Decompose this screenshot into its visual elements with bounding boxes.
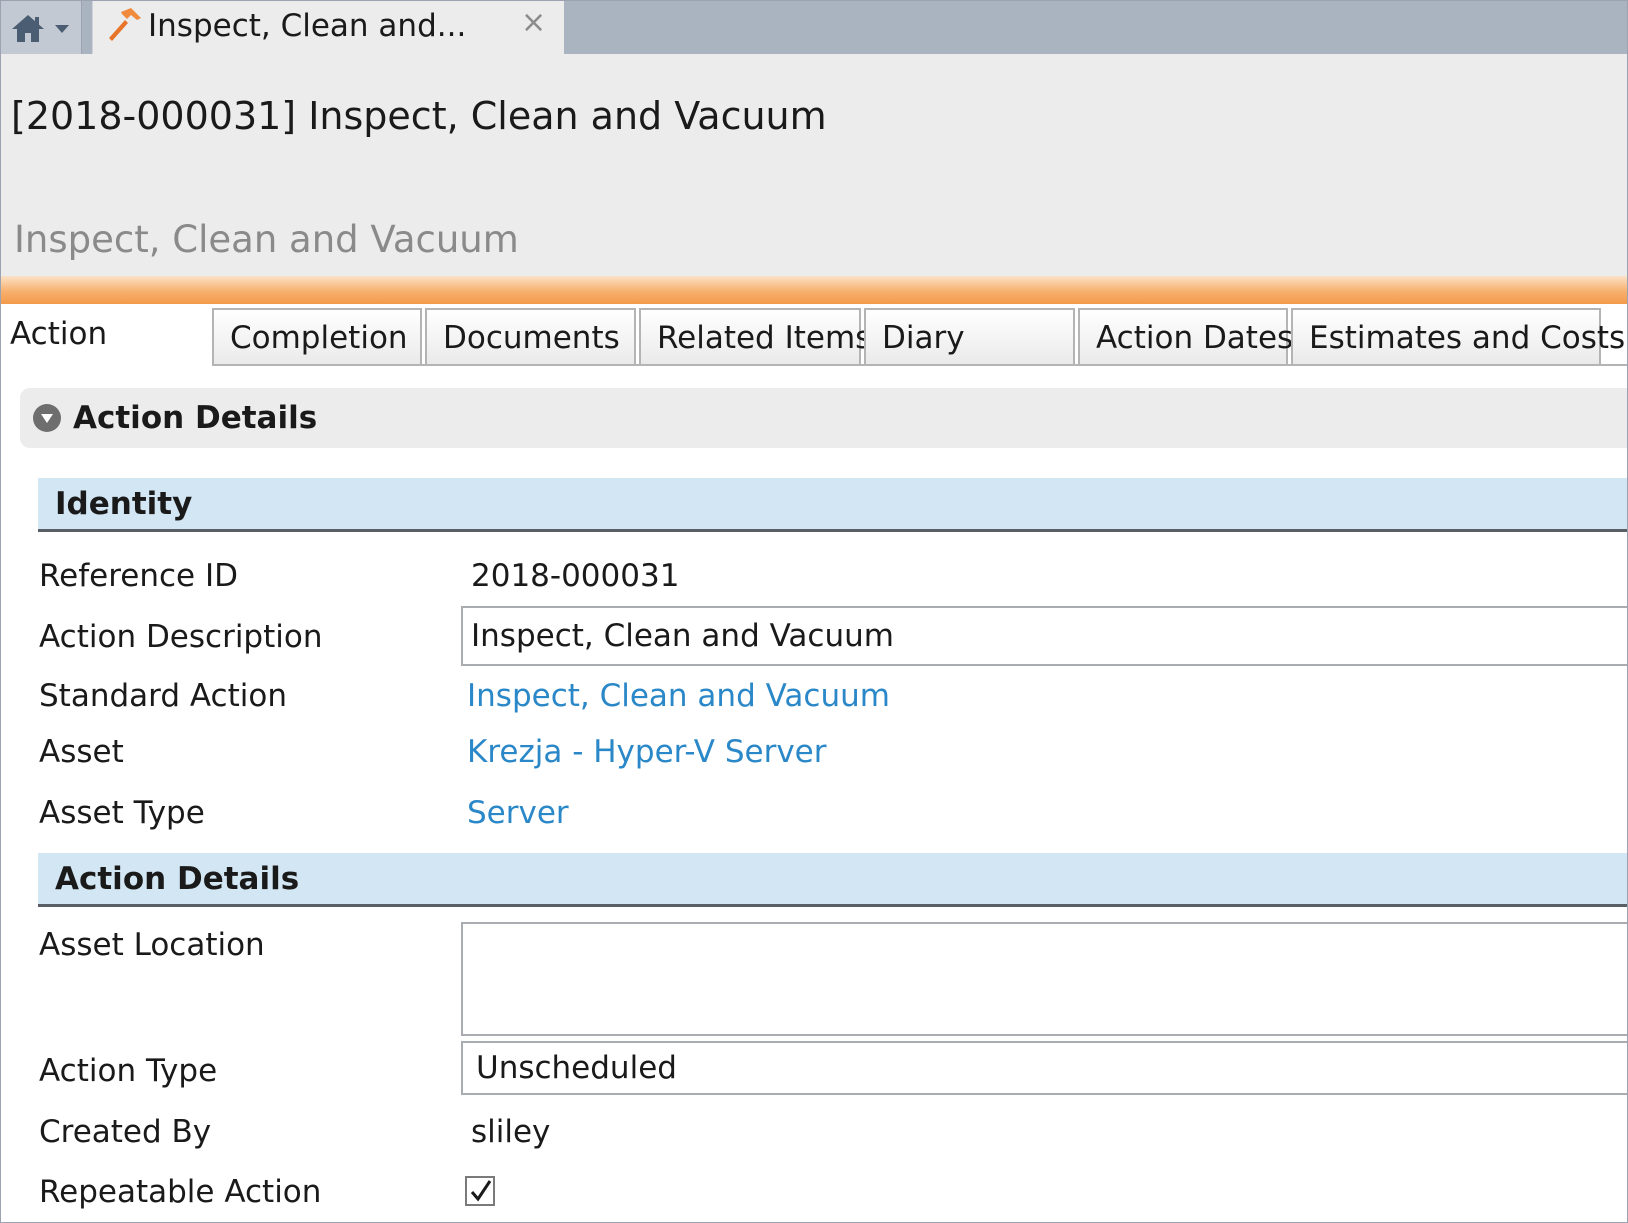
asset-location-label: Asset Location <box>39 927 265 963</box>
identity-group-header: Identity <box>38 478 1628 532</box>
tab-completion[interactable]: Completion <box>212 308 422 364</box>
identity-group-title: Identity <box>55 486 193 522</box>
asset-label: Asset <box>39 734 124 770</box>
tab-documents[interactable]: Documents <box>425 308 636 364</box>
repeatable-action-label: Repeatable Action <box>39 1174 322 1210</box>
tab-action-dates[interactable]: Action Dates <box>1078 308 1293 364</box>
page-title: [2018-000031] Inspect, Clean and Vacuum <box>11 94 827 138</box>
chevron-down-icon <box>55 25 69 33</box>
tab-action[interactable]: Action <box>0 304 212 370</box>
created-by-value: sliley <box>471 1114 551 1150</box>
action-type-label: Action Type <box>39 1053 218 1089</box>
collapse-toggle-icon[interactable] <box>32 403 62 433</box>
standard-action-label: Standard Action <box>39 678 287 714</box>
asset-location-textarea[interactable] <box>461 922 1628 1036</box>
hammer-icon <box>109 8 141 41</box>
reference-id-value: 2018-000031 <box>471 558 680 594</box>
tab-related-items[interactable]: Related Items <box>639 308 871 364</box>
section-tabs: Action Completion Documents Related Item… <box>0 304 1628 370</box>
checkmark-icon <box>470 1180 492 1202</box>
asset-type-link[interactable]: Server <box>467 795 569 831</box>
tab-document[interactable]: Inspect, Clean and... × <box>92 0 564 54</box>
reference-id-label: Reference ID <box>39 558 238 594</box>
accent-divider <box>0 276 1628 304</box>
asset-type-label: Asset Type <box>39 795 205 831</box>
action-type-field[interactable] <box>461 1041 1628 1095</box>
tabs-underline <box>212 364 1628 366</box>
tab-document-title: Inspect, Clean and... <box>148 8 467 44</box>
repeatable-action-checkbox[interactable] <box>465 1176 495 1206</box>
asset-link[interactable]: Krezja - Hyper-V Server <box>467 734 827 770</box>
action-description-input[interactable] <box>461 606 1628 666</box>
home-icon <box>12 15 44 42</box>
action-details-group-title: Action Details <box>55 861 300 897</box>
close-icon[interactable]: × <box>521 6 546 40</box>
page-subtitle: Inspect, Clean and Vacuum <box>14 218 519 261</box>
standard-action-link[interactable]: Inspect, Clean and Vacuum <box>467 678 890 714</box>
record-header: [2018-000031] Inspect, Clean and Vacuum … <box>0 54 1628 276</box>
tab-estimates-and-costs[interactable]: Estimates and Costs <box>1291 308 1625 364</box>
window-tabstrip: Inspect, Clean and... × <box>0 0 1628 54</box>
action-description-label: Action Description <box>39 619 323 655</box>
created-by-label: Created By <box>39 1114 212 1150</box>
home-menu-button[interactable] <box>0 0 82 54</box>
tab-diary[interactable]: Diary <box>864 308 1075 364</box>
collapsible-title: Action Details <box>73 400 318 436</box>
action-details-group-header: Action Details <box>38 853 1628 907</box>
action-details-collapsible[interactable]: Action Details <box>20 388 1628 448</box>
